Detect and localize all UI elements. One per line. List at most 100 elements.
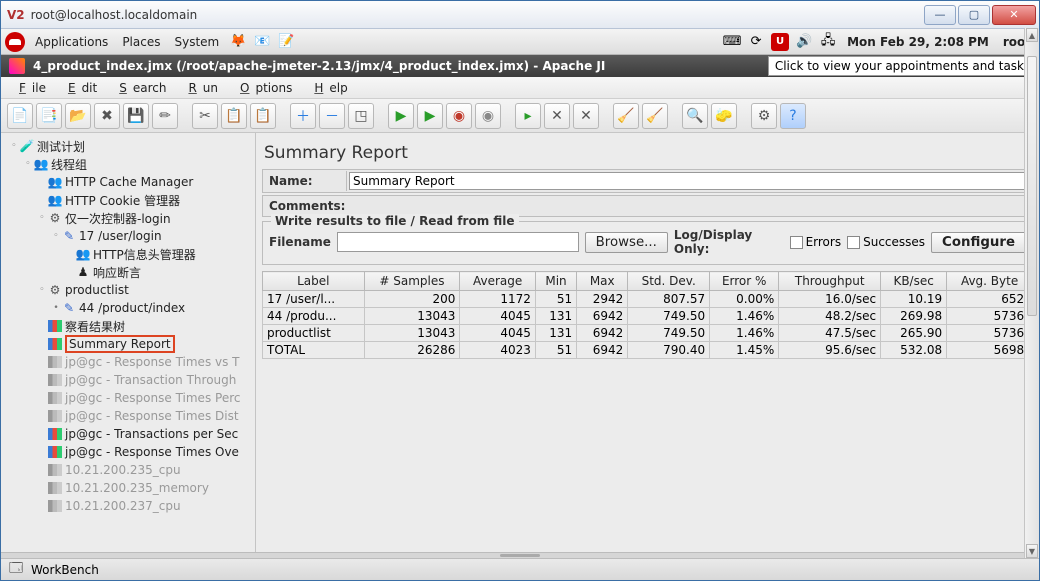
save-button[interactable]: 💾 — [123, 103, 149, 129]
col-samples[interactable]: # Samples — [364, 272, 460, 291]
col-throughput[interactable]: Throughput — [779, 272, 881, 291]
tree-cookie-manager[interactable]: 👥HTTP Cookie 管理器 — [1, 191, 255, 209]
places-menu[interactable]: Places — [118, 35, 164, 49]
start-notimers-button[interactable]: ▶ — [417, 103, 443, 129]
function-helper-button[interactable]: ⚙ — [751, 103, 777, 129]
tree-jpgc-rt-over[interactable]: jp@gc - Response Times Ove — [1, 443, 255, 461]
clock[interactable]: Mon Feb 29, 2:08 PM — [843, 35, 993, 49]
tree-once-controller[interactable]: ◦⚙仅一次控制器-login — [1, 209, 255, 227]
col-kbsec[interactable]: KB/sec — [881, 272, 947, 291]
menu-edit[interactable]: Edit — [56, 79, 103, 97]
close-button[interactable]: ✕ — [992, 5, 1036, 25]
tree-testplan[interactable]: ◦🧪测试计划 — [1, 137, 255, 155]
write-results-fieldset: Write results to file / Read from file F… — [262, 221, 1033, 265]
errors-checkbox[interactable]: Errors — [790, 235, 842, 249]
filename-input[interactable] — [337, 232, 579, 252]
clear-button[interactable]: 🧹 — [613, 103, 639, 129]
successes-checkbox[interactable]: Successes — [847, 235, 925, 249]
menu-run[interactable]: Run — [176, 79, 224, 97]
volume-icon[interactable]: 🔊 — [795, 33, 813, 51]
test-plan-tree[interactable]: ◦🧪测试计划 ◦👥线程组 👥HTTP Cache Manager 👥HTTP C… — [1, 133, 256, 552]
tree-threadgroup[interactable]: ◦👥线程组 — [1, 155, 255, 173]
col-average[interactable]: Average — [460, 272, 535, 291]
calendar-notification[interactable]: Click to view your appointments and task — [768, 56, 1031, 76]
collapse-button[interactable]: － — [319, 103, 345, 129]
keyboard-icon[interactable]: ⌨ — [723, 33, 741, 51]
tree-235-mem[interactable]: 10.21.200.235_memory — [1, 479, 255, 497]
tree-jpgc-trans-thr[interactable]: jp@gc - Transaction Through — [1, 371, 255, 389]
notes-icon[interactable]: 📝 — [277, 33, 295, 51]
tree-235-cpu[interactable]: 10.21.200.235_cpu — [1, 461, 255, 479]
cut-button[interactable]: ✂ — [192, 103, 218, 129]
tree-productlist[interactable]: ◦⚙productlist — [1, 281, 255, 299]
search-tree-button[interactable]: 🔍 — [682, 103, 708, 129]
configure-button[interactable]: Configure — [931, 232, 1026, 253]
clear-all-button[interactable]: 🧹 — [642, 103, 668, 129]
col-label[interactable]: Label — [263, 272, 365, 291]
tree-jpgc-rt-dist[interactable]: jp@gc - Response Times Dist — [1, 407, 255, 425]
tree-cache-manager[interactable]: 👥HTTP Cache Manager — [1, 173, 255, 191]
menu-options[interactable]: Options — [228, 79, 298, 97]
open-button[interactable]: 📂 — [65, 103, 91, 129]
menu-search[interactable]: Search — [107, 79, 172, 97]
show-desktop-icon[interactable]: 🗔 — [7, 561, 25, 579]
tree-view-results[interactable]: 察看结果树 — [1, 317, 255, 335]
close-test-button[interactable]: ✖ — [94, 103, 120, 129]
update-red-icon[interactable]: U — [771, 33, 789, 51]
remote-shutdown-button[interactable]: ✕ — [573, 103, 599, 129]
table-row[interactable]: TOTAL262864023516942790.401.45%95.6/sec5… — [263, 342, 1033, 359]
minimize-button[interactable]: — — [924, 5, 956, 25]
tree-summary-report[interactable]: Summary Report — [1, 335, 255, 353]
tree-jpgc-tps[interactable]: jp@gc - Transactions per Sec — [1, 425, 255, 443]
name-input[interactable] — [349, 172, 1030, 190]
table-row[interactable]: productlist1304340451316942749.501.46%47… — [263, 325, 1033, 342]
tree-product-index[interactable]: •✎44 /product/index — [1, 299, 255, 317]
browse-button[interactable]: Browse... — [585, 232, 668, 253]
reset-search-button[interactable]: 🧽 — [711, 103, 737, 129]
copy-button[interactable]: 📋 — [221, 103, 247, 129]
tree-jpgc-rt-vs-t[interactable]: jp@gc - Response Times vs T — [1, 353, 255, 371]
remote-stop-button[interactable]: ✕ — [544, 103, 570, 129]
col-stddev[interactable]: Std. Dev. — [628, 272, 710, 291]
remote-start-button[interactable]: ▸ — [515, 103, 541, 129]
scroll-thumb[interactable] — [1027, 56, 1037, 316]
refresh-icon[interactable]: ⟳ — [747, 33, 765, 51]
scroll-up-icon[interactable]: ▲ — [1026, 28, 1038, 42]
scroll-down-icon[interactable]: ▼ — [1026, 544, 1038, 558]
table-row[interactable]: 17 /user/l...2001172512942807.570.00%16.… — [263, 291, 1033, 308]
firefox-icon[interactable]: 🦊 — [229, 33, 247, 51]
paste-button[interactable]: 📋 — [250, 103, 276, 129]
tree-jpgc-rt-perc[interactable]: jp@gc - Response Times Perc — [1, 389, 255, 407]
templates-button[interactable]: 📑 — [36, 103, 62, 129]
mail-icon[interactable]: 📧 — [253, 33, 271, 51]
workbench-task[interactable]: WorkBench — [31, 563, 99, 577]
summary-table[interactable]: Label # Samples Average Min Max Std. Dev… — [262, 271, 1033, 359]
table-row[interactable]: 44 /produ...1304340451316942749.501.46%4… — [263, 308, 1033, 325]
col-max[interactable]: Max — [577, 272, 628, 291]
network-icon[interactable]: 🖧 — [819, 33, 837, 51]
panel-title: Summary Report — [262, 139, 1033, 169]
start-button[interactable]: ▶ — [388, 103, 414, 129]
new-button[interactable]: 📄 — [7, 103, 33, 129]
menu-help[interactable]: Help — [302, 79, 353, 97]
save-as-button[interactable]: ✏ — [152, 103, 178, 129]
shutdown-button[interactable]: ◉ — [475, 103, 501, 129]
tree-user-login[interactable]: ◦✎17 /user/login — [1, 227, 255, 245]
expand-button[interactable]: ＋ — [290, 103, 316, 129]
toggle-button[interactable]: ◳ — [348, 103, 374, 129]
maximize-button[interactable]: ▢ — [958, 5, 990, 25]
col-avgbytes[interactable]: Avg. Byte — [947, 272, 1033, 291]
tree-assertion[interactable]: ♟响应断言 — [1, 263, 255, 281]
menu-file[interactable]: FFileile — [7, 79, 52, 97]
system-menu[interactable]: System — [170, 35, 223, 49]
name-row: Name: — [262, 169, 1033, 193]
help-button[interactable]: ? — [780, 103, 806, 129]
applications-menu[interactable]: Applications — [31, 35, 112, 49]
col-error[interactable]: Error % — [710, 272, 779, 291]
window-scrollbar[interactable]: ▲ ▼ — [1024, 28, 1039, 558]
redhat-icon[interactable] — [5, 32, 25, 52]
stop-button[interactable]: ◉ — [446, 103, 472, 129]
col-min[interactable]: Min — [535, 272, 576, 291]
tree-header-manager[interactable]: 👥HTTP信息头管理器 — [1, 245, 255, 263]
tree-237-cpu[interactable]: 10.21.200.237_cpu — [1, 497, 255, 515]
